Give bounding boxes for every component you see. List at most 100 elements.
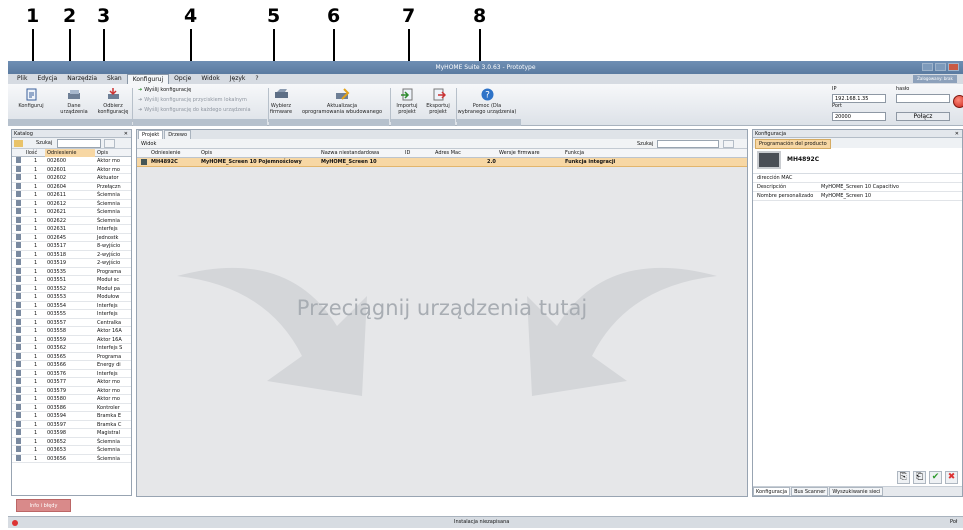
search-icon[interactable] <box>723 140 734 148</box>
cancel-icon[interactable]: ✖ <box>945 471 958 484</box>
catalog-row[interactable]: 1 003552 Moduł pa <box>12 284 131 293</box>
maximize-button[interactable] <box>935 63 946 71</box>
catalog-row[interactable]: 1 003653 Ściemnia <box>12 446 131 455</box>
catalog-row[interactable]: 1 003553 Modułow <box>12 293 131 302</box>
col-odniesienie[interactable]: Odniesienie <box>151 149 180 158</box>
catalog-row[interactable]: 1 003554 Interfejs <box>12 301 131 310</box>
ip-input[interactable] <box>832 94 886 103</box>
catalog-row[interactable]: 1 003597 Bramka C <box>12 420 131 429</box>
col-funkcja[interactable]: Funkcja <box>565 149 584 158</box>
menu-skan[interactable]: Skan <box>102 74 127 84</box>
config-property-row[interactable]: dirección MAC <box>753 174 962 183</box>
col-nazwa[interactable]: Nazwa niestandardowa <box>321 149 379 158</box>
search-icon[interactable] <box>104 139 115 148</box>
col-opis[interactable]: Opis <box>201 149 212 158</box>
menu-narzedzia[interactable]: Narzędzia <box>62 74 102 84</box>
connect-button[interactable]: Połącz <box>896 112 950 121</box>
tab-drzewo[interactable]: Drzewo <box>164 130 192 139</box>
catalog-row[interactable]: 1 002621 Ściemnia <box>12 208 131 217</box>
col-wersje-firmware[interactable]: Wersje firmware <box>499 149 540 158</box>
menu-plik[interactable]: Plik <box>12 74 32 84</box>
panel-close-icon[interactable]: ✕ <box>124 130 128 138</box>
row-qty: 1 <box>34 209 38 215</box>
drop-zone[interactable]: Przeciągnij urządzenia tutaj <box>137 176 747 496</box>
catalog-row[interactable]: 1 003594 Bramka E <box>12 412 131 421</box>
wyslij-lokalnym-button[interactable]: ➜ Wyślij konfigurację przyciskiem lokalny… <box>138 97 247 104</box>
menu-help[interactable]: ? <box>250 74 263 84</box>
config-property-row[interactable]: Nombre personalizado MyHOME_Screen 10 <box>753 192 962 201</box>
catalog-row[interactable]: 1 003558 Aktor 16A <box>12 327 131 336</box>
catalog-row[interactable]: 1 002622 Ściemnia <box>12 216 131 225</box>
col-ilosc[interactable]: Ilość <box>26 149 37 157</box>
project-search-input[interactable] <box>657 140 719 148</box>
catalog-row[interactable]: 1 002604 Przełączn <box>12 182 131 191</box>
panel-close-icon[interactable]: ✕ <box>955 130 959 138</box>
catalog-row[interactable]: 1 002612 Ściemnia <box>12 199 131 208</box>
pomoc-button[interactable]: ? Pomoc (Dla wybranego urządzenia) <box>457 88 517 115</box>
catalog-row[interactable]: 1 003576 Interfejs <box>12 369 131 378</box>
menu-widok[interactable]: Widok <box>196 74 224 84</box>
catalog-row[interactable]: 1 002600 Aktor mo <box>12 157 131 166</box>
col-opis[interactable]: Opis <box>97 149 108 157</box>
menu-konfiguruj[interactable]: Konfiguruj <box>126 73 170 85</box>
catalog-row[interactable]: 1 003551 Moduł sc <box>12 276 131 285</box>
paste-icon[interactable]: ⎗ <box>913 471 926 484</box>
tab-wyszukiwanie[interactable]: Wyszukiwanie sieci <box>829 487 884 496</box>
catalog-row[interactable]: 1 003577 Aktor mo <box>12 378 131 387</box>
catalog-row[interactable]: 1 003586 Kontroler <box>12 403 131 412</box>
tab-konfiguracja[interactable]: Konfiguracja <box>753 487 791 496</box>
wybierz-firmware-button[interactable]: Wybierz firmware <box>262 88 300 115</box>
wyslij-kazdego-button[interactable]: ➜ Wyślij konfigurację do każdego urządzen… <box>138 107 251 114</box>
apply-icon[interactable]: ✔ <box>929 471 942 484</box>
konfiguruj-button[interactable]: Konfiguruj <box>14 88 48 109</box>
device-icon <box>16 403 21 410</box>
importuj-projekt-button[interactable]: Importuj projekt <box>392 88 422 115</box>
col-odniesienie[interactable]: Odniesienie <box>45 149 95 157</box>
catalog-row[interactable]: 1 003566 Energy di <box>12 361 131 370</box>
tab-projekt[interactable]: Projekt <box>138 130 164 139</box>
catalog-row[interactable]: 1 002631 Interfejs <box>12 225 131 234</box>
catalog-row[interactable]: 1 002611 Ściemnia <box>12 191 131 200</box>
catalog-header: Katalog ✕ <box>12 130 131 138</box>
wyslij-konfiguracje-button[interactable]: ➜ Wyślij konfigurację <box>138 87 191 94</box>
catalog-row[interactable]: 1 002601 Aktor mo <box>12 165 131 174</box>
catalog-row[interactable]: 1 003519 2-wyjścio <box>12 259 131 268</box>
info-errors-tab[interactable]: Info i błędy <box>16 499 71 512</box>
close-button[interactable] <box>948 63 959 71</box>
catalog-row[interactable]: 1 002602 Aktuator <box>12 174 131 183</box>
row-desc: Interfejs <box>97 302 118 309</box>
odbierz-konfiguracje-button[interactable]: Odbierz konfigurację <box>92 88 134 115</box>
project-row[interactable]: MH4892C MyHOME_Screen 10 Pojemnościowy M… <box>137 158 747 167</box>
col-id[interactable]: ID <box>405 149 410 158</box>
col-adres-mac[interactable]: Adres Mac <box>435 149 461 158</box>
aktualizacja-button[interactable]: Aktualizacja oprogramowania wbudowanego <box>296 88 388 115</box>
catalog-row[interactable]: 1 003535 Programa <box>12 267 131 276</box>
catalog-row[interactable]: 1 003555 Interfejs <box>12 310 131 319</box>
catalog-search-input[interactable] <box>57 139 101 148</box>
copy-icon[interactable]: ⎘ <box>897 471 910 484</box>
eksportuj-projekt-button[interactable]: Eksportuj projekt <box>422 88 454 115</box>
catalog-row[interactable]: 1 003565 Programa <box>12 352 131 361</box>
menu-edycja[interactable]: Edycja <box>32 74 62 84</box>
device-icon <box>16 386 21 393</box>
catalog-row[interactable]: 1 002645 Jednostk <box>12 233 131 242</box>
catalog-row[interactable]: 1 003579 Aktor mo <box>12 386 131 395</box>
widok-button[interactable]: Widok <box>141 139 156 149</box>
port-input[interactable] <box>832 112 886 121</box>
password-input[interactable] <box>896 94 950 103</box>
catalog-row[interactable]: 1 003652 Ściemnia <box>12 437 131 446</box>
catalog-row[interactable]: 1 003518 2-wyjścio <box>12 250 131 259</box>
catalog-row[interactable]: 1 003557 Centralka <box>12 318 131 327</box>
minimize-button[interactable] <box>922 63 933 71</box>
config-property-row[interactable]: Descripción MyHOME_Screen 10 Capacitivo <box>753 183 962 192</box>
catalog-row[interactable]: 1 003562 Interfejs S <box>12 344 131 353</box>
tab-bus-scanner[interactable]: Bus Scanner <box>791 487 829 496</box>
catalog-row[interactable]: 1 003580 Aktor mo <box>12 395 131 404</box>
menu-jezyk[interactable]: Język <box>225 74 251 84</box>
catalog-row[interactable]: 1 003656 Ściemnia <box>12 454 131 463</box>
dane-urzadzenia-button[interactable]: Dane urządzenia <box>54 88 94 115</box>
catalog-row[interactable]: 1 003598 Magistral <box>12 429 131 438</box>
catalog-row[interactable]: 1 003559 Aktor 16A <box>12 335 131 344</box>
menu-opcje[interactable]: Opcje <box>169 74 196 84</box>
catalog-row[interactable]: 1 003517 8-wyjścio <box>12 242 131 251</box>
